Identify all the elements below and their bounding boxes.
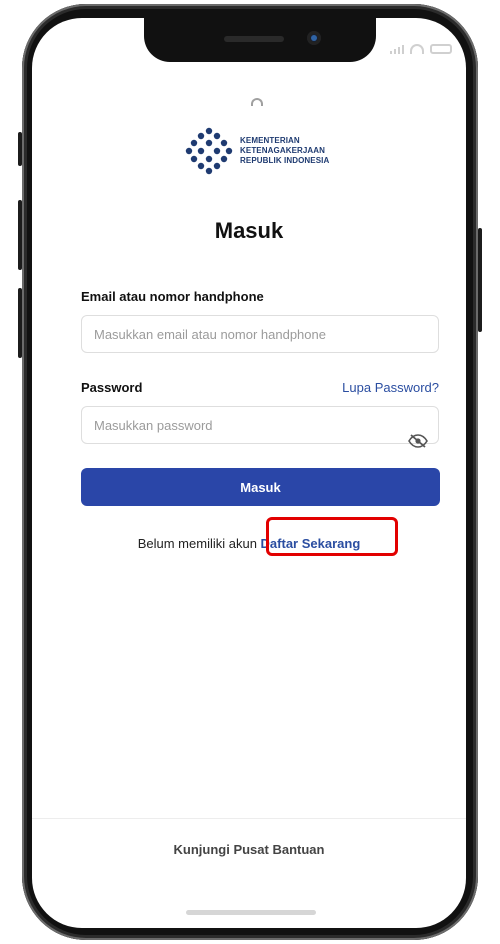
volume-down-button [18, 288, 22, 358]
email-field[interactable] [81, 315, 439, 353]
logo-line-1: KEMENTERIAN [240, 136, 300, 145]
register-prompt: Belum memiliki akun [137, 536, 257, 551]
ministry-emblem-icon [185, 127, 233, 175]
forgot-password-link[interactable]: Lupa Password? [342, 380, 439, 395]
login-button[interactable]: Masuk [81, 468, 440, 506]
volume-up-button [18, 200, 22, 270]
page-title: Masuk [214, 218, 284, 243]
logo-line-3: REPUBLIK INDONESIA [240, 156, 330, 165]
wifi-icon [410, 44, 424, 54]
highlight-box [266, 517, 398, 556]
password-label: Password [81, 380, 143, 395]
register-row: Belum memiliki akun Daftar Sekarang [32, 536, 466, 551]
notch [144, 18, 376, 62]
status-bar-icons [390, 44, 452, 54]
mute-switch [18, 132, 22, 166]
camera-icon [307, 31, 321, 45]
power-button [478, 228, 482, 332]
app-screen: KEMENTERIAN KETENAGAKERJAAN REPUBLIK IND… [32, 18, 466, 928]
help-center-link[interactable]: Kunjungi Pusat Bantuan [32, 842, 466, 857]
footer-divider [32, 818, 466, 819]
logo-line-2: KETENAGAKERJAAN [240, 146, 326, 155]
signal-icon [390, 44, 404, 54]
speaker [224, 36, 284, 42]
hide-password-icon[interactable] [408, 434, 428, 448]
password-field[interactable] [81, 406, 439, 444]
loading-indicator-icon [251, 98, 263, 106]
logo-text: KEMENTERIAN KETENAGAKERJAAN REPUBLIK IND… [240, 136, 329, 166]
email-label: Email atau nomor handphone [81, 289, 264, 304]
battery-icon [430, 44, 452, 54]
ministry-logo: KEMENTERIAN KETENAGAKERJAAN REPUBLIK IND… [184, 123, 354, 179]
home-indicator [186, 910, 316, 915]
